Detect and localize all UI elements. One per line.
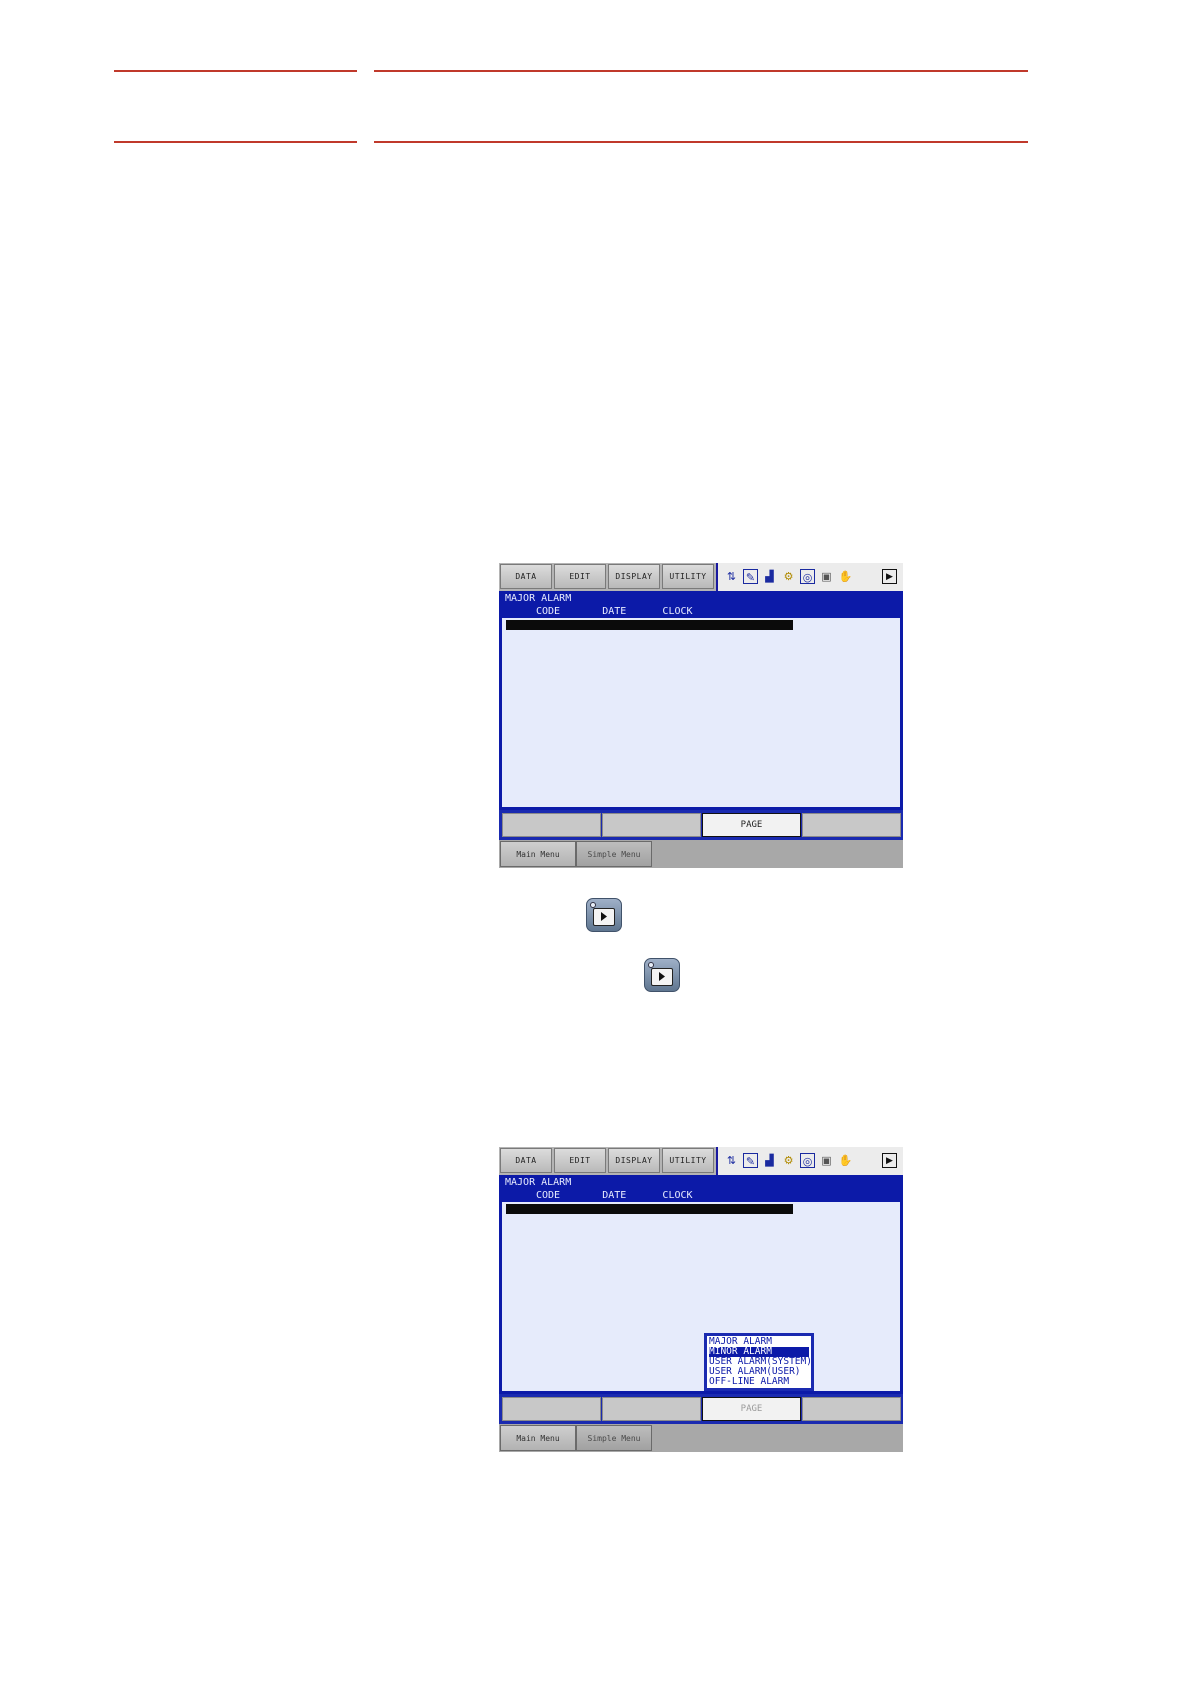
menu-data-button[interactable]: DATA bbox=[500, 1148, 552, 1173]
popup-item-off-line-alarm[interactable]: OFF-LINE ALARM bbox=[709, 1377, 809, 1387]
page-button[interactable]: PAGE bbox=[702, 813, 801, 837]
alarm-row-empty[interactable] bbox=[506, 1204, 793, 1214]
fkey-1[interactable] bbox=[502, 1397, 601, 1421]
simple-menu-button[interactable]: Simple Menu bbox=[576, 1425, 652, 1451]
arrows-icon: ⇅ bbox=[726, 1154, 737, 1167]
menu-utility-button[interactable]: UTILITY bbox=[662, 564, 714, 589]
fkey-2[interactable] bbox=[602, 1397, 701, 1421]
fkey-2[interactable] bbox=[602, 813, 701, 837]
page-key-icon bbox=[586, 898, 622, 932]
signal-icon: ▟ bbox=[765, 570, 774, 583]
alarm-row-empty[interactable] bbox=[506, 620, 793, 630]
alarm-columns: CODE DATE CLOCK bbox=[536, 606, 693, 617]
hand-icon: ✋ bbox=[838, 570, 853, 583]
header-rule-right-top bbox=[374, 70, 1028, 72]
function-key-bar: PAGE bbox=[499, 1394, 903, 1424]
pendant-icon: ▣ bbox=[821, 1154, 832, 1167]
main-menu-button[interactable]: Main Menu bbox=[500, 1425, 576, 1451]
menu-data-button[interactable]: DATA bbox=[500, 564, 552, 589]
pendant-screen-1: DATA EDIT DISPLAY UTILITY ⇅ ✎ ▟ ⚙ ◎ ▣ ✋ … bbox=[499, 563, 903, 868]
alarm-list: MAJOR ALARM MINOR ALARM USER ALARM(SYSTE… bbox=[502, 1202, 900, 1391]
alarm-window: MAJOR ALARM CODE DATE CLOCK bbox=[499, 591, 903, 810]
key-face bbox=[593, 908, 615, 926]
fkey-4[interactable] bbox=[802, 813, 901, 837]
status-icons: ⇅ ✎ ▟ ⚙ ◎ ▣ ✋ ▶ bbox=[716, 563, 903, 591]
signal-icon: ▟ bbox=[765, 1154, 774, 1167]
key-face bbox=[651, 968, 673, 986]
pendant-icon: ▣ bbox=[821, 570, 832, 583]
tool-icon: ⚙ bbox=[783, 570, 794, 583]
alarm-title: MAJOR ALARM bbox=[505, 1177, 572, 1188]
edit-icon: ✎ bbox=[743, 1153, 758, 1168]
alarm-columns: CODE DATE CLOCK bbox=[536, 1190, 693, 1201]
play-icon[interactable]: ▶ bbox=[882, 569, 897, 584]
header-rule-left-bottom bbox=[114, 141, 357, 143]
menu-bar: DATA EDIT DISPLAY UTILITY ⇅ ✎ ▟ ⚙ ◎ ▣ ✋ … bbox=[499, 1147, 903, 1175]
hand-icon: ✋ bbox=[838, 1154, 853, 1167]
header-rule-left-top bbox=[114, 70, 357, 72]
edit-icon: ✎ bbox=[743, 569, 758, 584]
header-rule-right-bottom bbox=[374, 141, 1028, 143]
pendant-screen-2: DATA EDIT DISPLAY UTILITY ⇅ ✎ ▟ ⚙ ◎ ▣ ✋ … bbox=[499, 1147, 903, 1452]
menu-edit-button[interactable]: EDIT bbox=[554, 564, 606, 589]
menu-edit-button[interactable]: EDIT bbox=[554, 1148, 606, 1173]
main-menu-button[interactable]: Main Menu bbox=[500, 841, 576, 867]
alarm-title: MAJOR ALARM bbox=[505, 593, 572, 604]
page-button[interactable]: PAGE bbox=[702, 1397, 801, 1421]
camera-icon: ◎ bbox=[800, 1153, 815, 1168]
fkey-1[interactable] bbox=[502, 813, 601, 837]
function-key-bar: PAGE bbox=[499, 810, 903, 840]
bottom-menu-bar: Main Menu Simple Menu bbox=[499, 840, 903, 868]
menu-display-button[interactable]: DISPLAY bbox=[608, 564, 660, 589]
menu-utility-button[interactable]: UTILITY bbox=[662, 1148, 714, 1173]
tool-icon: ⚙ bbox=[783, 1154, 794, 1167]
menu-bar: DATA EDIT DISPLAY UTILITY ⇅ ✎ ▟ ⚙ ◎ ▣ ✋ … bbox=[499, 563, 903, 591]
alarm-type-popup: MAJOR ALARM MINOR ALARM USER ALARM(SYSTE… bbox=[704, 1333, 814, 1391]
fkey-4[interactable] bbox=[802, 1397, 901, 1421]
simple-menu-button[interactable]: Simple Menu bbox=[576, 841, 652, 867]
play-icon[interactable]: ▶ bbox=[882, 1153, 897, 1168]
alarm-window: MAJOR ALARM CODE DATE CLOCK MAJOR ALARM … bbox=[499, 1175, 903, 1394]
status-icons: ⇅ ✎ ▟ ⚙ ◎ ▣ ✋ ▶ bbox=[716, 1147, 903, 1175]
arrows-icon: ⇅ bbox=[726, 570, 737, 583]
camera-icon: ◎ bbox=[800, 569, 815, 584]
alarm-list bbox=[502, 618, 900, 807]
menu-display-button[interactable]: DISPLAY bbox=[608, 1148, 660, 1173]
bottom-menu-bar: Main Menu Simple Menu bbox=[499, 1424, 903, 1452]
page-key-icon bbox=[644, 958, 680, 992]
